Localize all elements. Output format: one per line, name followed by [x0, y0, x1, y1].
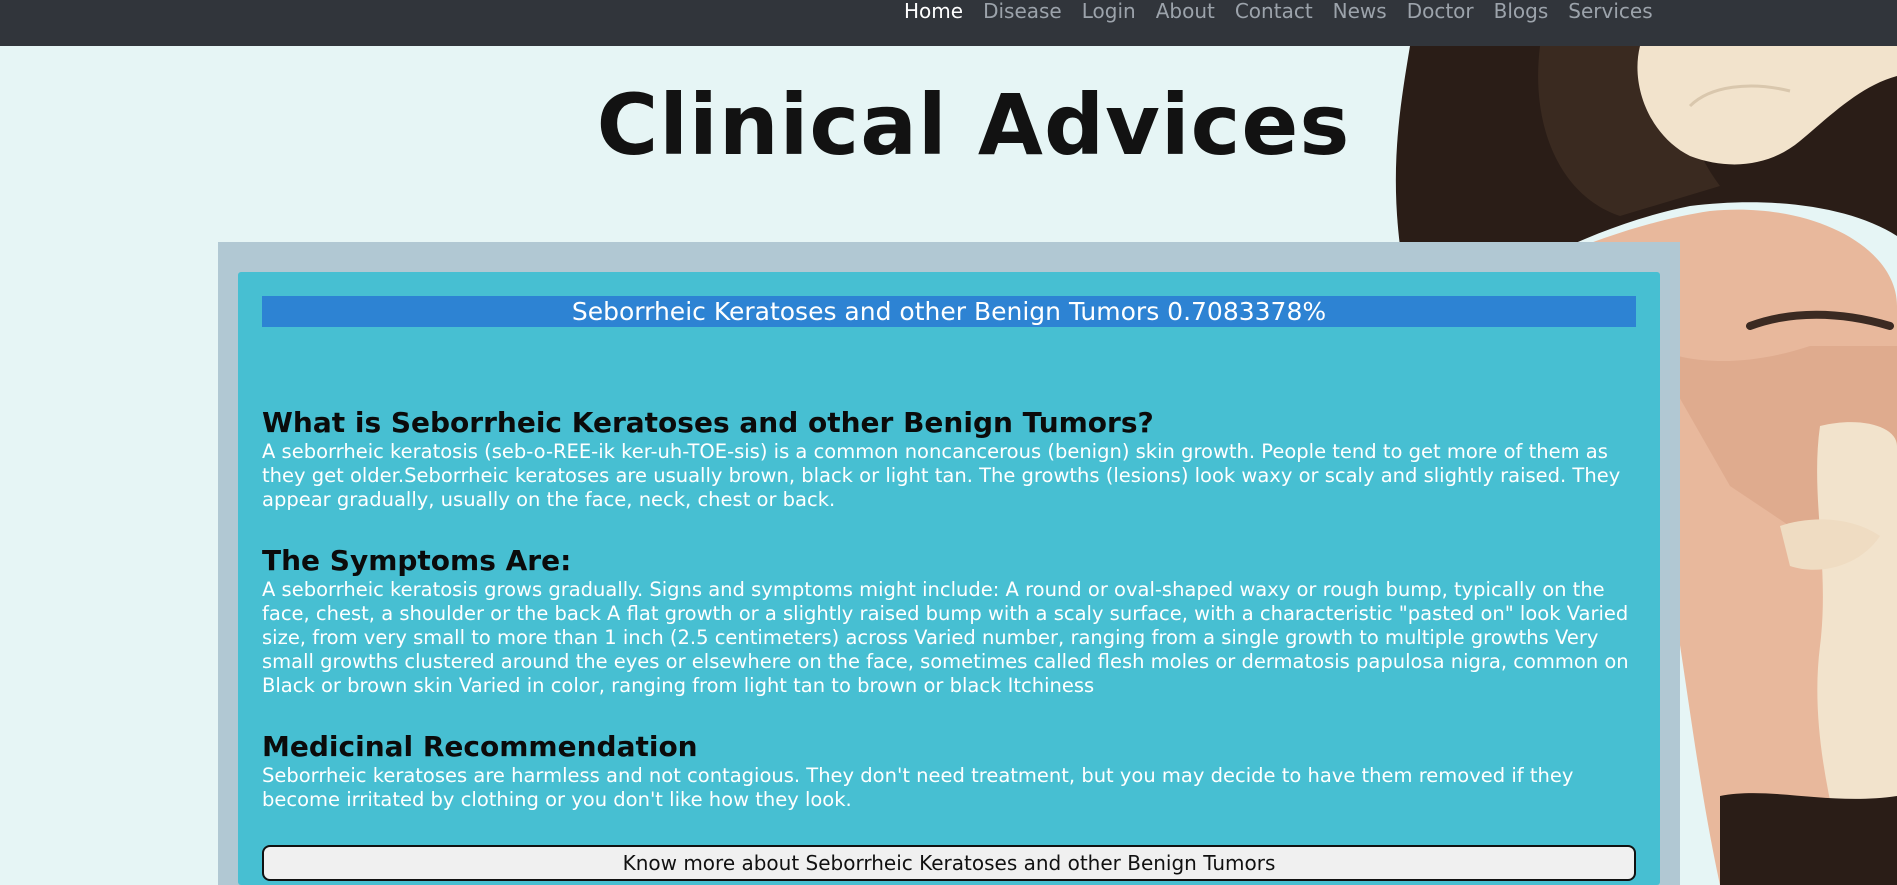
recommendation-section: Medicinal Recommendation Seborrheic kera… [262, 730, 1636, 812]
recommendation-text: Seborrheic keratoses are harmless and no… [262, 764, 1574, 811]
nav-link-disease[interactable]: Disease [973, 0, 1072, 24]
what-text: A seborrheic keratosis (seb-o-REE-ik ker… [262, 440, 1621, 511]
nav-link-home[interactable]: Home [904, 0, 973, 24]
symptoms-section: The Symptoms Are: A seborrheic keratosis… [262, 544, 1636, 698]
nav-link-blogs[interactable]: Blogs [1484, 0, 1559, 24]
nav-link-services[interactable]: Services [1558, 0, 1662, 24]
what-heading: What is Seborrheic Keratoses and other B… [262, 406, 1154, 439]
symptoms-heading: The Symptoms Are: [262, 544, 572, 577]
nav-link-about[interactable]: About [1146, 0, 1225, 24]
page-title: Clinical Advices [596, 76, 1351, 174]
symptoms-text: A seborrheic keratosis grows gradually. … [262, 578, 1629, 697]
outer-card: Seborrheic Keratoses and other Benign Tu… [218, 242, 1680, 885]
nav-link-contact[interactable]: Contact [1225, 0, 1323, 24]
nav-link-news[interactable]: News [1323, 0, 1397, 24]
result-card: Seborrheic Keratoses and other Benign Tu… [238, 272, 1660, 885]
nav-links: Home Disease Login About Contact News Do… [904, 0, 1663, 24]
navbar: Home Disease Login About Contact News Do… [0, 0, 1897, 46]
prediction-result-bar: Seborrheic Keratoses and other Benign Tu… [262, 296, 1636, 327]
what-section: What is Seborrheic Keratoses and other B… [262, 406, 1636, 512]
card-content: Seborrheic Keratoses and other Benign Tu… [262, 296, 1636, 881]
nav-link-login[interactable]: Login [1072, 0, 1146, 24]
know-more-button[interactable]: Know more about Seborrheic Keratoses and… [262, 845, 1636, 881]
recommendation-heading: Medicinal Recommendation [262, 730, 698, 763]
nav-link-doctor[interactable]: Doctor [1397, 0, 1484, 24]
